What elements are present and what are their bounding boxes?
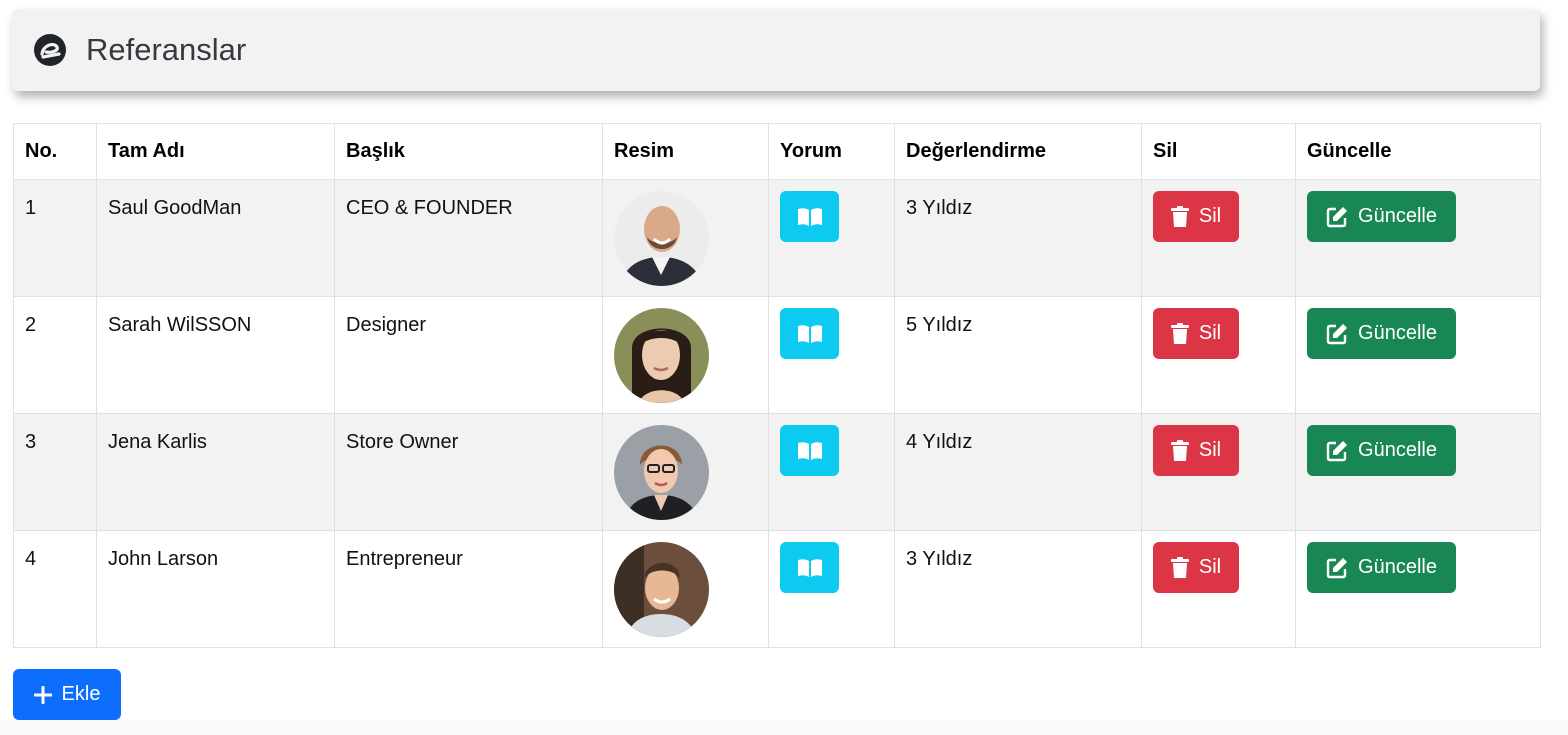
update-button[interactable]: Güncelle <box>1307 308 1456 359</box>
view-comment-button[interactable] <box>780 191 839 242</box>
view-comment-button[interactable] <box>780 425 839 476</box>
book-open-icon <box>797 441 823 461</box>
delete-button[interactable]: Sil <box>1153 542 1239 593</box>
book-open-icon <box>797 324 823 344</box>
avatar <box>614 425 709 520</box>
update-button-label: Güncelle <box>1358 439 1437 461</box>
row-job-title: Designer <box>334 296 603 414</box>
table-row: 1 Saul GoodMan CEO & FOUNDER 3 Yıldız Si… <box>13 179 1541 297</box>
delete-button[interactable]: Sil <box>1153 308 1239 359</box>
row-job-title: Entrepreneur <box>334 530 603 648</box>
book-open-icon <box>797 207 823 227</box>
column-header-image: Resim <box>602 123 769 180</box>
table-row: 2 Sarah WilSSON Designer 5 Yıldız Sil Gü… <box>13 296 1541 414</box>
edit-icon <box>1326 206 1348 228</box>
table-header-row: No. Tam Adı Başlık Resim Yorum Değerlend… <box>13 123 1541 180</box>
row-full-name: Jena Karlis <box>96 413 335 531</box>
references-table: No. Tam Adı Başlık Resim Yorum Değerlend… <box>13 123 1541 648</box>
column-header-update: Güncelle <box>1295 123 1541 180</box>
update-button[interactable]: Güncelle <box>1307 191 1456 242</box>
column-header-title: Başlık <box>334 123 603 180</box>
trash-icon <box>1170 322 1189 345</box>
avatar <box>614 308 709 403</box>
update-button-label: Güncelle <box>1358 205 1437 227</box>
page-title: Referanslar <box>86 32 247 67</box>
row-rating: 3 Yıldız <box>894 530 1142 648</box>
delete-button-label: Sil <box>1198 205 1222 227</box>
column-header-rating: Değerlendirme <box>894 123 1142 180</box>
row-rating: 5 Yıldız <box>894 296 1142 414</box>
trash-icon <box>1170 556 1189 579</box>
row-full-name: Sarah WilSSON <box>96 296 335 414</box>
table-row: 3 Jena Karlis Store Owner 4 Yıldız Sil G… <box>13 413 1541 531</box>
delete-button[interactable]: Sil <box>1153 191 1239 242</box>
edit-icon <box>1326 440 1348 462</box>
update-button-label: Güncelle <box>1358 322 1437 344</box>
delete-button[interactable]: Sil <box>1153 425 1239 476</box>
footer-bar <box>0 720 1568 735</box>
row-number: 3 <box>13 413 97 531</box>
view-comment-button[interactable] <box>780 308 839 359</box>
delete-button-label: Sil <box>1198 556 1222 578</box>
trash-icon <box>1170 205 1189 228</box>
column-header-name: Tam Adı <box>96 123 335 180</box>
brand-logo-icon <box>34 34 66 66</box>
avatar <box>614 542 709 637</box>
column-header-comment: Yorum <box>768 123 895 180</box>
column-header-no: No. <box>13 123 97 180</box>
add-button-label: Ekle <box>61 683 101 705</box>
update-button-label: Güncelle <box>1358 556 1437 578</box>
avatar <box>614 191 709 286</box>
row-job-title: Store Owner <box>334 413 603 531</box>
update-button[interactable]: Güncelle <box>1307 542 1456 593</box>
row-number: 1 <box>13 179 97 297</box>
view-comment-button[interactable] <box>780 542 839 593</box>
row-rating: 4 Yıldız <box>894 413 1142 531</box>
plus-icon <box>33 685 52 704</box>
table-row: 4 John Larson Entrepreneur 3 Yıldız Sil … <box>13 530 1541 648</box>
book-open-icon <box>797 558 823 578</box>
row-rating: 3 Yıldız <box>894 179 1142 297</box>
edit-icon <box>1326 557 1348 579</box>
column-header-delete: Sil <box>1141 123 1296 180</box>
page-header: Referanslar <box>12 9 1540 91</box>
delete-button-label: Sil <box>1198 439 1222 461</box>
row-number: 2 <box>13 296 97 414</box>
update-button[interactable]: Güncelle <box>1307 425 1456 476</box>
delete-button-label: Sil <box>1198 322 1222 344</box>
edit-icon <box>1326 323 1348 345</box>
row-number: 4 <box>13 530 97 648</box>
row-full-name: Saul GoodMan <box>96 179 335 297</box>
row-full-name: John Larson <box>96 530 335 648</box>
row-job-title: CEO & FOUNDER <box>334 179 603 297</box>
add-button[interactable]: Ekle <box>13 669 121 720</box>
trash-icon <box>1170 439 1189 462</box>
